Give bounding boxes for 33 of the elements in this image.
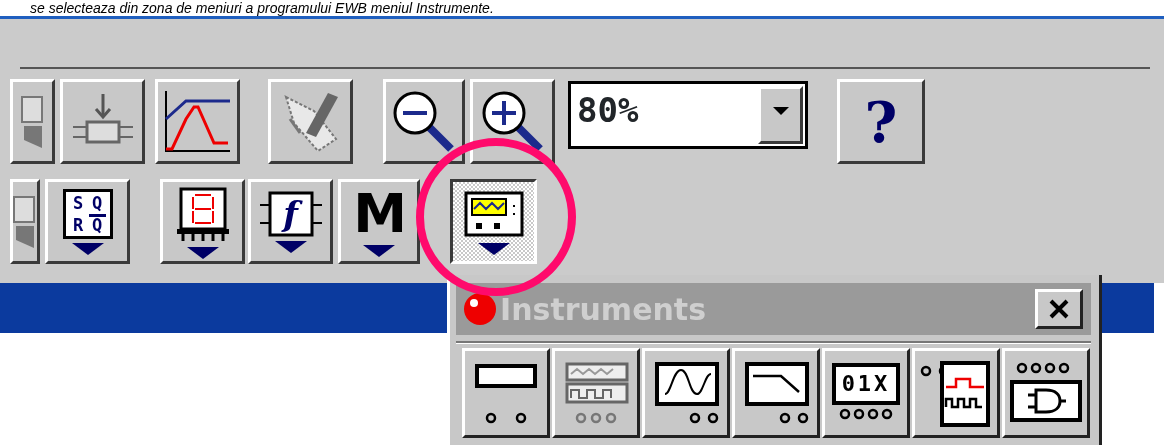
multimeter-button[interactable] [462, 348, 550, 438]
function-chip-icon [257, 190, 324, 237]
caption-text: se selecteaza din zona de meniuri a programului EWB meniul Instrumente. [29, 0, 495, 16]
bode-plotter-button[interactable] [732, 348, 820, 438]
instruments-bin-button[interactable] [450, 179, 537, 264]
analysis-button[interactable] [155, 79, 240, 164]
zoom-dropdown[interactable]: 80% [568, 81, 808, 149]
logic-converter-button[interactable] [1002, 348, 1090, 438]
check-button[interactable] [268, 79, 353, 164]
ball-icon [462, 291, 498, 327]
close-button[interactable] [1035, 289, 1083, 329]
flip-flop-bin-button[interactable]: S Q R Q [45, 179, 130, 264]
dropdown-arrow-icon [363, 244, 395, 257]
function-generator-button[interactable] [552, 348, 640, 438]
function-bin-button[interactable]: f [248, 179, 333, 264]
zoom-in-button[interactable] [470, 79, 555, 164]
close-icon [1048, 299, 1070, 319]
place-component-button[interactable] [60, 79, 145, 164]
dropdown-arrow-icon [274, 240, 307, 253]
dropdown-arrow-icon [71, 242, 104, 255]
toolbar-button[interactable] [10, 79, 55, 164]
display-bin-button[interactable] [160, 179, 245, 264]
zoom-out-button[interactable] [383, 79, 465, 164]
flip-flop-icon: S Q R Q [62, 188, 113, 239]
word-generator-button[interactable]: 01X [822, 348, 910, 438]
misc-bin-button[interactable]: M [338, 179, 420, 264]
dropdown-arrow-icon [186, 246, 219, 259]
logic-analyzer-button[interactable] [912, 348, 1000, 438]
help-button[interactable]: ? [837, 79, 925, 164]
toolbar-button[interactable] [10, 179, 40, 264]
dropdown-arrow-icon [477, 242, 510, 255]
dropdown-arrow-button[interactable] [758, 86, 803, 144]
oscilloscope-button[interactable] [642, 348, 730, 438]
